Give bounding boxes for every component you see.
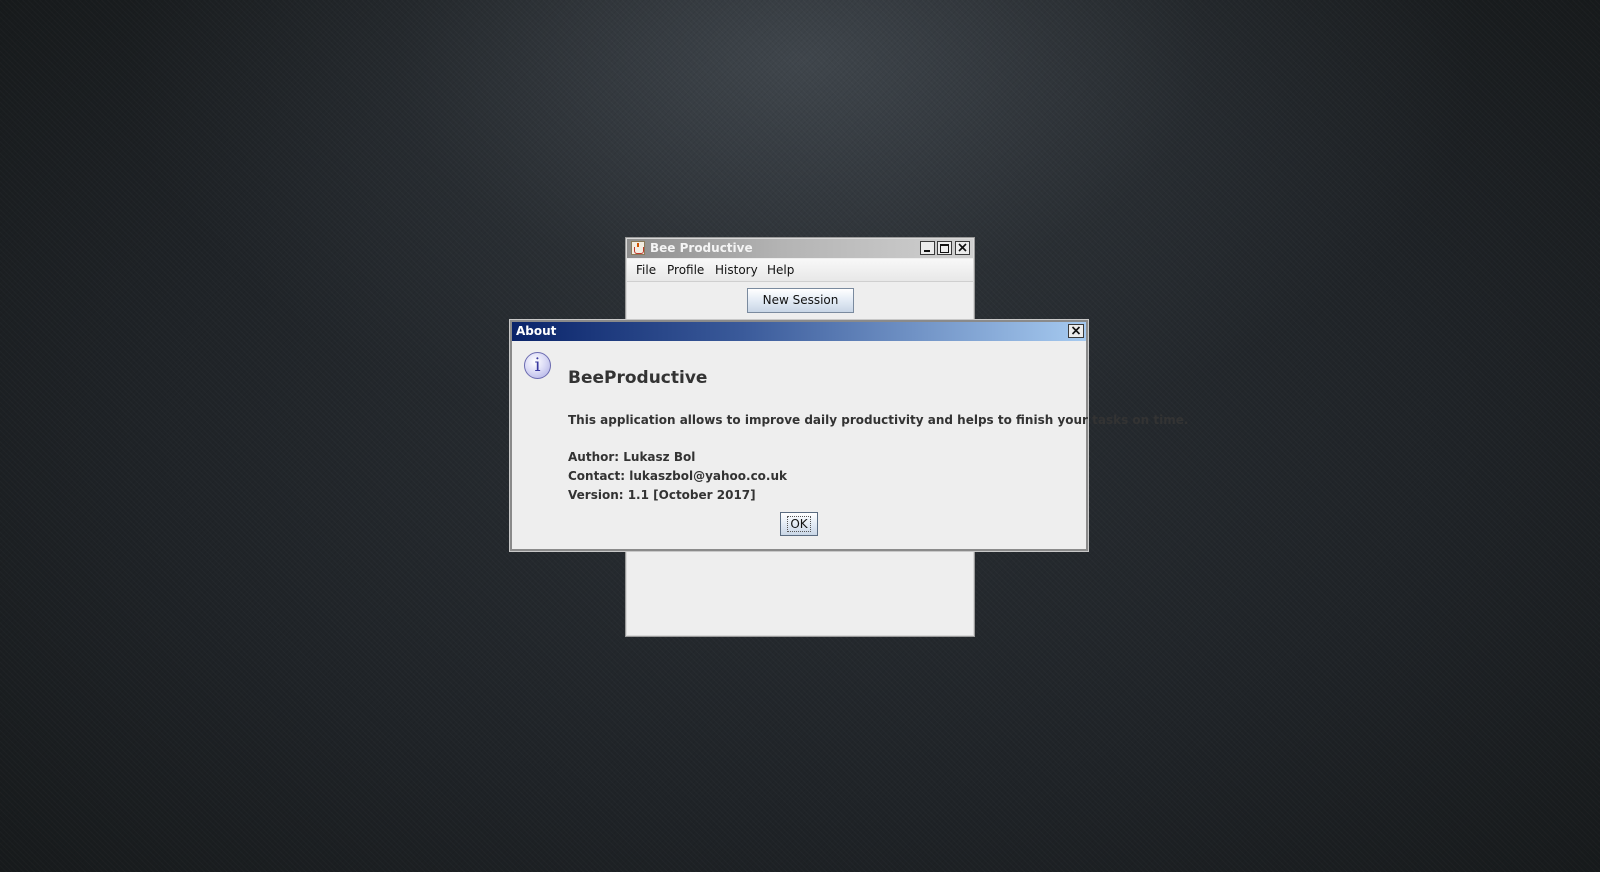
version-text: Version: 1.1 [October 2017]: [568, 488, 756, 502]
menu-help[interactable]: Help: [767, 263, 794, 277]
menu-history[interactable]: History: [715, 263, 758, 277]
main-window-titlebar[interactable]: Bee Productive: [627, 239, 973, 258]
ok-button-label: OK: [787, 516, 811, 532]
menu-bar: File Profile History Help: [627, 259, 973, 282]
menu-profile[interactable]: Profile: [667, 263, 704, 277]
app-description: This application allows to improve daily…: [568, 413, 1189, 427]
ok-button[interactable]: OK: [780, 512, 818, 536]
new-session-button[interactable]: New Session: [747, 288, 854, 313]
close-button[interactable]: [955, 241, 970, 255]
close-icon: [958, 243, 967, 252]
maximize-button[interactable]: [937, 241, 952, 255]
information-icon: i: [524, 352, 551, 379]
main-window-title: Bee Productive: [650, 241, 753, 255]
close-icon: [1071, 326, 1081, 335]
app-name-heading: BeeProductive: [568, 368, 708, 388]
about-dialog-title: About: [516, 324, 557, 338]
minimize-button[interactable]: [920, 241, 935, 255]
about-dialog-titlebar[interactable]: About: [512, 322, 1086, 341]
java-app-icon: [631, 241, 645, 255]
contact-text: Contact: lukaszbol@yahoo.co.uk: [568, 469, 788, 483]
about-dialog: About i BeeProductive This application a…: [510, 320, 1188, 551]
about-close-button[interactable]: [1068, 324, 1084, 338]
author-text: Author: Lukasz Bol: [568, 450, 696, 464]
menu-file[interactable]: File: [636, 263, 656, 277]
